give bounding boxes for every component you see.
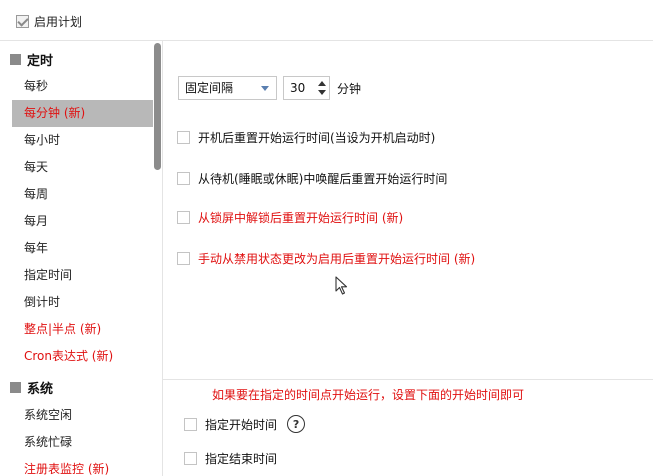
sidebar: 定时 每秒 每分钟 (新) 每小时 每天 每周 每月 每年 指定时间 倒计时 整… [0,41,162,476]
enable-plan-label: 启用计划 [34,15,83,29]
option-label: 从待机(睡眠或休眠)中唤醒后重置开始运行时间 [198,172,448,186]
enable-plan-checkbox[interactable] [16,15,29,28]
end-time-checkbox[interactable] [184,452,197,465]
bottom-divider [163,379,653,380]
sidebar-item-registry-monitor[interactable]: 注册表监控 (新) [12,456,152,476]
option-label: 开机后重置开始运行时间(当设为开机启动时) [198,131,436,145]
sidebar-item-cron[interactable]: Cron表达式 (新) [12,343,152,370]
mouse-pointer-icon [335,276,348,295]
group-title: 系统 [27,381,54,397]
option-label: 手动从禁用状态更改为启用后重置开始运行时间 (新) [198,252,476,266]
interval-value: 30 [290,81,306,95]
sidebar-item-every-year[interactable]: 每年 [12,235,152,262]
sidebar-item-every-minute[interactable]: 每分钟 (新) [12,100,153,127]
option-reset-on-boot[interactable]: 开机后重置开始运行时间(当设为开机启动时) [177,129,435,146]
sidebar-item-specific-time[interactable]: 指定时间 [12,262,152,289]
option-label: 从锁屏中解锁后重置开始运行时间 (新) [198,211,404,225]
sidebar-item-every-week[interactable]: 每周 [12,181,152,208]
group-title: 定时 [27,53,54,69]
interval-unit-label: 分钟 [337,82,362,96]
group-header-system[interactable]: 系统 [10,377,53,397]
option-checkbox[interactable] [177,211,190,224]
end-time-label: 指定结束时间 [205,452,278,466]
start-time-label: 指定开始时间 [205,417,278,432]
option-checkbox[interactable] [177,252,190,265]
option-reset-on-unlock[interactable]: 从锁屏中解锁后重置开始运行时间 (新) [177,209,403,226]
interval-mode-value: 固定间隔 [185,81,234,95]
vertical-divider [162,41,163,476]
sidebar-item-system-busy[interactable]: 系统忙碌 [12,429,152,456]
sidebar-item-every-day[interactable]: 每天 [12,154,152,181]
option-reset-on-enable[interactable]: 手动从禁用状态更改为启用后重置开始运行时间 (新) [177,250,475,267]
collapse-square-icon [10,53,21,65]
option-reset-on-wake[interactable]: 从待机(睡眠或休眠)中唤醒后重置开始运行时间 [177,170,447,187]
sidebar-item-on-the-hour[interactable]: 整点|半点 (新) [12,316,152,343]
stepper-up-icon[interactable] [318,81,326,86]
sidebar-item-every-second[interactable]: 每秒 [12,73,152,100]
stepper-down-icon[interactable] [318,90,326,95]
sidebar-scrollbar-thumb[interactable] [154,43,161,170]
collapse-square-icon [10,381,21,393]
chevron-down-icon [261,86,269,91]
start-time-checkbox[interactable] [184,417,197,431]
option-checkbox[interactable] [177,172,190,185]
sidebar-item-every-month[interactable]: 每月 [12,208,152,235]
start-time-hint: 如果要在指定的时间点开始运行，设置下面的开始时间即可 [212,388,525,402]
interval-mode-select[interactable]: 固定间隔 [178,76,277,100]
interval-stepper[interactable]: 30 [283,76,330,100]
sidebar-item-system-idle[interactable]: 系统空闲 [12,402,152,429]
option-checkbox[interactable] [177,131,190,144]
sidebar-item-every-hour[interactable]: 每小时 [12,127,152,154]
group-header-timer[interactable]: 定时 [10,49,53,69]
sidebar-item-countdown[interactable]: 倒计时 [12,289,152,316]
start-time-row[interactable]: 指定开始时间 ? [184,415,306,433]
end-time-row[interactable]: 指定结束时间 [184,450,277,467]
question-circle-icon[interactable]: ? [287,415,306,433]
enable-plan-row[interactable]: 启用计划 [16,13,82,30]
